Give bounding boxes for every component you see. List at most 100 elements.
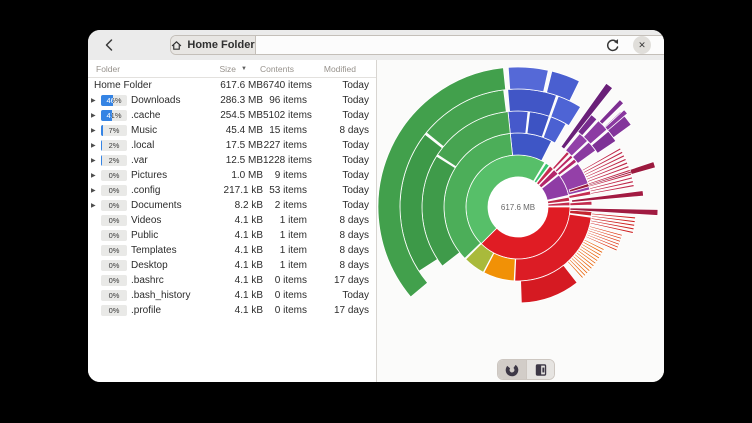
folder-name-cell: 0%0%Desktop <box>88 260 193 271</box>
window-content: Folder Size ▼ Contents Modified Home Fol… <box>88 60 664 382</box>
contents-cell: 9 items <box>263 170 307 181</box>
folder-name-cell: 0%0%.profile <box>88 305 193 316</box>
chart-segment[interactable] <box>508 111 528 133</box>
rings-chart-button[interactable] <box>498 360 526 379</box>
chevron-left-icon <box>103 38 115 52</box>
refresh-button[interactable] <box>600 34 624 56</box>
table-row[interactable]: ▶7%7%Music45.4 MB15 items8 days <box>88 123 376 138</box>
modified-cell: Today <box>307 110 369 121</box>
modified-cell: Today <box>307 185 369 196</box>
sort-descending-icon[interactable]: ▼ <box>236 66 252 72</box>
table-row[interactable]: 0%0%Videos4.1 kB1 item8 days <box>88 213 376 228</box>
table-row[interactable]: 0%0%Desktop4.1 kB1 item8 days <box>88 258 376 273</box>
column-header-contents[interactable]: Contents <box>252 64 294 74</box>
folder-name-label: .cache <box>131 110 160 121</box>
chart-segment[interactable] <box>508 67 548 92</box>
column-header-modified[interactable]: Modified <box>294 64 376 74</box>
folder-name-label: Home Folder <box>94 80 152 91</box>
size-cell: 45.4 MB <box>193 125 263 136</box>
percent-badge: 0%0% <box>101 305 127 316</box>
percent-label: 0% <box>101 245 127 256</box>
modified-cell: 17 days <box>307 275 369 286</box>
path-segment-home-folder[interactable]: Home Folder <box>171 36 256 54</box>
table-row[interactable]: ▶0%0%Pictures1.0 MB9 itemsToday <box>88 168 376 183</box>
percent-badge: 0%0% <box>101 200 127 211</box>
folder-name-cell: 0%0%Videos <box>88 215 193 226</box>
contents-cell: 1 item <box>263 230 307 241</box>
percent-label-inverse: 2% <box>101 155 102 166</box>
folder-name-cell: 0%0% .bashrc <box>88 275 193 286</box>
table-row[interactable]: Home Folder617.6 MB6740 itemsToday <box>88 78 376 93</box>
size-cell: 286.3 MB <box>193 95 263 106</box>
folder-tree: Home Folder617.6 MB6740 itemsToday▶46%46… <box>88 78 376 318</box>
size-cell: 4.1 kB <box>193 215 263 226</box>
rings-chart[interactable]: 617.6 MB <box>377 60 664 382</box>
modified-cell: 8 days <box>307 230 369 241</box>
expander-icon[interactable]: ▶ <box>91 97 101 104</box>
expander-icon[interactable]: ▶ <box>91 157 101 164</box>
table-row[interactable]: 0%0%Public4.1 kB1 item8 days <box>88 228 376 243</box>
percent-label-inverse: 41% <box>101 110 112 121</box>
table-row[interactable]: ▶2%2%.local17.5 MB227 itemsToday <box>88 138 376 153</box>
folder-name-cell: ▶2%2%.var <box>88 155 193 166</box>
folder-name-label: Downloads <box>131 95 180 106</box>
percent-label: 0% <box>101 290 127 301</box>
column-header-size[interactable]: Size <box>180 64 236 74</box>
folder-name-label: Pictures <box>131 170 167 181</box>
table-row[interactable]: 0%0%Templates4.1 kB1 item8 days <box>88 243 376 258</box>
expander-icon[interactable]: ▶ <box>91 202 101 209</box>
percent-label: 0% <box>101 185 127 196</box>
contents-cell: 0 items <box>263 305 307 316</box>
table-row[interactable]: 0%0%.profile4.1 kB0 items17 days <box>88 303 376 318</box>
table-row[interactable]: 0%0%.bash_history4.1 kB0 itemsToday <box>88 288 376 303</box>
treemap-chart-button[interactable] <box>526 360 554 379</box>
percent-badge: 0%0% <box>101 275 127 286</box>
table-row[interactable]: ▶46%46%Downloads286.3 MB96 itemsToday <box>88 93 376 108</box>
expander-icon[interactable]: ▶ <box>91 172 101 179</box>
size-cell: 17.5 MB <box>193 140 263 151</box>
size-cell: 8.2 kB <box>193 200 263 211</box>
percent-fill: 46% <box>101 95 113 106</box>
folder-name-label: Videos <box>131 215 161 226</box>
percent-badge: 0%0% <box>101 170 127 181</box>
modified-cell: 8 days <box>307 215 369 226</box>
percent-badge: 2%2% <box>101 140 127 151</box>
folder-name-label: .bash_history <box>131 290 190 301</box>
expander-icon[interactable]: ▶ <box>91 127 101 134</box>
rings-chart-icon <box>505 363 519 377</box>
folder-name-cell: ▶7%7%Music <box>88 125 193 136</box>
percent-fill: 7% <box>101 125 103 136</box>
size-cell: 4.1 kB <box>193 245 263 256</box>
expander-icon[interactable]: ▶ <box>91 112 101 119</box>
folder-name-label: Desktop <box>131 260 168 271</box>
percent-fill: 41% <box>101 110 112 121</box>
percent-badge: 2%2% <box>101 155 127 166</box>
folder-name-cell: ▶46%46%Downloads <box>88 95 193 106</box>
table-row[interactable]: ▶2%2%.var12.5 MB1228 itemsToday <box>88 153 376 168</box>
percent-label: 0% <box>101 275 127 286</box>
contents-cell: 5102 items <box>263 110 307 121</box>
contents-cell: 0 items <box>263 275 307 286</box>
folder-name-cell: ▶0%0%.config <box>88 185 193 196</box>
percent-label-inverse: 2% <box>101 140 102 151</box>
column-header-folder[interactable]: Folder <box>88 64 180 74</box>
percent-label-inverse: 46% <box>101 95 113 106</box>
chart-view-toggle <box>497 359 555 380</box>
contents-cell: 2 items <box>263 200 307 211</box>
expander-icon[interactable]: ▶ <box>91 142 101 149</box>
table-row[interactable]: ▶0%0%Documents8.2 kB2 itemsToday <box>88 198 376 213</box>
table-row[interactable]: ▶0%0%.config217.1 kB53 itemsToday <box>88 183 376 198</box>
back-button[interactable] <box>98 35 120 55</box>
table-row[interactable]: 0%0%.bashrc4.1 kB0 items17 days <box>88 273 376 288</box>
size-cell: 4.1 kB <box>193 260 263 271</box>
modified-cell: 8 days <box>307 125 369 136</box>
folder-name-label: .bashrc <box>131 275 164 286</box>
table-row[interactable]: ▶41%41%.cache254.5 MB5102 itemsToday <box>88 108 376 123</box>
modified-cell: 8 days <box>307 260 369 271</box>
percent-label: 2% <box>101 140 127 151</box>
expander-icon[interactable]: ▶ <box>91 187 101 194</box>
size-cell: 4.1 kB <box>193 290 263 301</box>
folder-name-cell: 0%0%.bash_history <box>88 290 193 301</box>
close-button[interactable]: ✕ <box>633 36 651 54</box>
folder-name-label: .config <box>131 185 160 196</box>
